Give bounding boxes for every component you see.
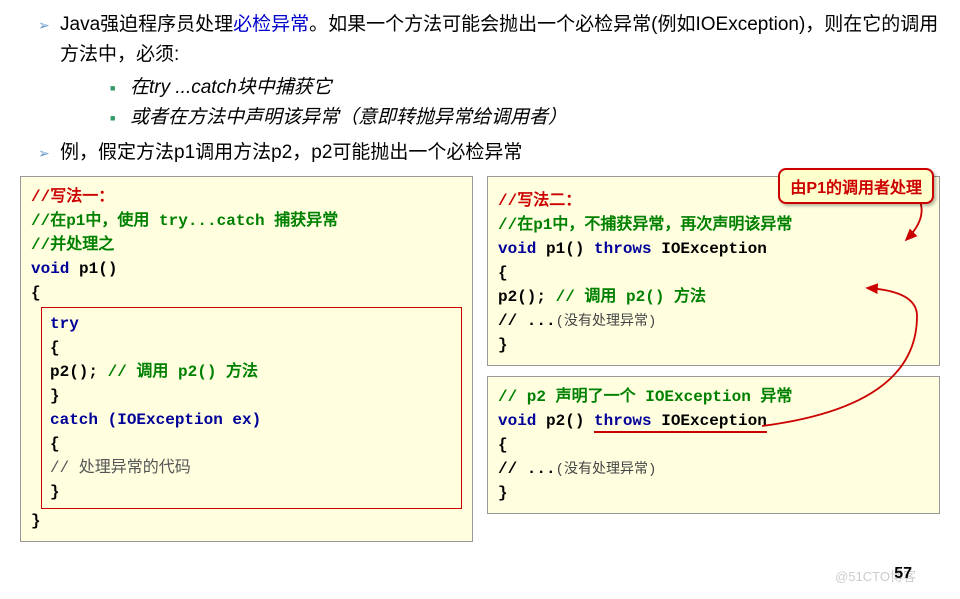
code-keyword: throws — [594, 240, 652, 258]
bullet-1-link: 必检异常 — [233, 14, 309, 35]
code-box-left: //写法一： //在p1中，使用 try...catch 捕获异常 //并处理之… — [20, 176, 473, 542]
bullet-1-text-a: Java强迫程序员处理 — [60, 14, 233, 35]
bullet-1: Java强迫程序员处理必检异常。如果一个方法可能会抛出一个必检异常(例如IOEx… — [20, 10, 940, 134]
code-text: p1() — [69, 260, 117, 278]
code-box-right-2: // p2 声明了一个 IOException 异常 void p2() thr… — [487, 376, 940, 514]
code-text: // ... — [498, 460, 556, 478]
code-keyword: void — [31, 260, 69, 278]
code-brace: { — [498, 433, 929, 457]
code-comment: //写法一： — [31, 188, 114, 206]
code-text: IOException — [652, 240, 767, 258]
sub-bullet-2: 或者在方法中声明该异常（意即转抛异常给调用者） — [60, 103, 940, 133]
code-text: p2() — [536, 412, 594, 430]
code-comment: // 调用 p2() 方法 — [108, 363, 258, 381]
sub-bullet-1: 在try ...catch块中捕获它 — [60, 73, 940, 103]
code-text: p1() — [536, 240, 594, 258]
code-comment: // 处理异常的代码 — [50, 456, 453, 480]
callout-label: 由P1的调用者处理 — [778, 168, 934, 204]
code-comment: // p2 声明了一个 IOException 异常 — [498, 388, 792, 406]
code-comment: // 调用 p2() 方法 — [556, 288, 706, 306]
inner-red-box: try { p2(); // 调用 p2() 方法 } catch (IOExc… — [41, 307, 462, 509]
code-keyword: try — [50, 315, 79, 333]
code-comment: //并处理之 — [31, 236, 114, 254]
code-box-right-1: //写法二： //在p1中，不捕获异常，再次声明该异常 void p1() th… — [487, 176, 940, 366]
page-number: 57 — [894, 565, 912, 583]
code-brace: } — [498, 481, 929, 505]
code-keyword: void — [498, 412, 536, 430]
code-text: p2(); — [50, 363, 108, 381]
code-keyword-underlined: throws — [594, 412, 652, 433]
code-keyword: catch (IOException ex) — [50, 411, 261, 429]
code-note: (没有处理异常) — [556, 314, 657, 330]
code-comment: //在p1中，使用 try...catch 捕获异常 — [31, 212, 338, 230]
code-brace: } — [498, 333, 929, 357]
code-brace: { — [50, 336, 453, 360]
code-text-underlined: IOException — [652, 412, 767, 433]
code-brace: } — [50, 384, 453, 408]
code-text: p2(); — [498, 288, 556, 306]
code-brace: { — [50, 432, 453, 456]
code-brace: { — [498, 261, 929, 285]
code-comment: //在p1中，不捕获异常，再次声明该异常 — [498, 216, 792, 234]
code-comment: //写法二： — [498, 192, 581, 210]
code-keyword: void — [498, 240, 536, 258]
code-text: // ... — [498, 312, 556, 330]
code-note: (没有处理异常) — [556, 462, 657, 478]
code-brace: } — [50, 480, 453, 504]
bullet-list: Java强迫程序员处理必检异常。如果一个方法可能会抛出一个必检异常(例如IOEx… — [20, 10, 940, 168]
bullet-2: 例，假定方法p1调用方法p2，p2可能抛出一个必检异常 — [20, 138, 940, 168]
code-brace: { — [31, 281, 462, 305]
code-brace: } — [31, 509, 462, 533]
